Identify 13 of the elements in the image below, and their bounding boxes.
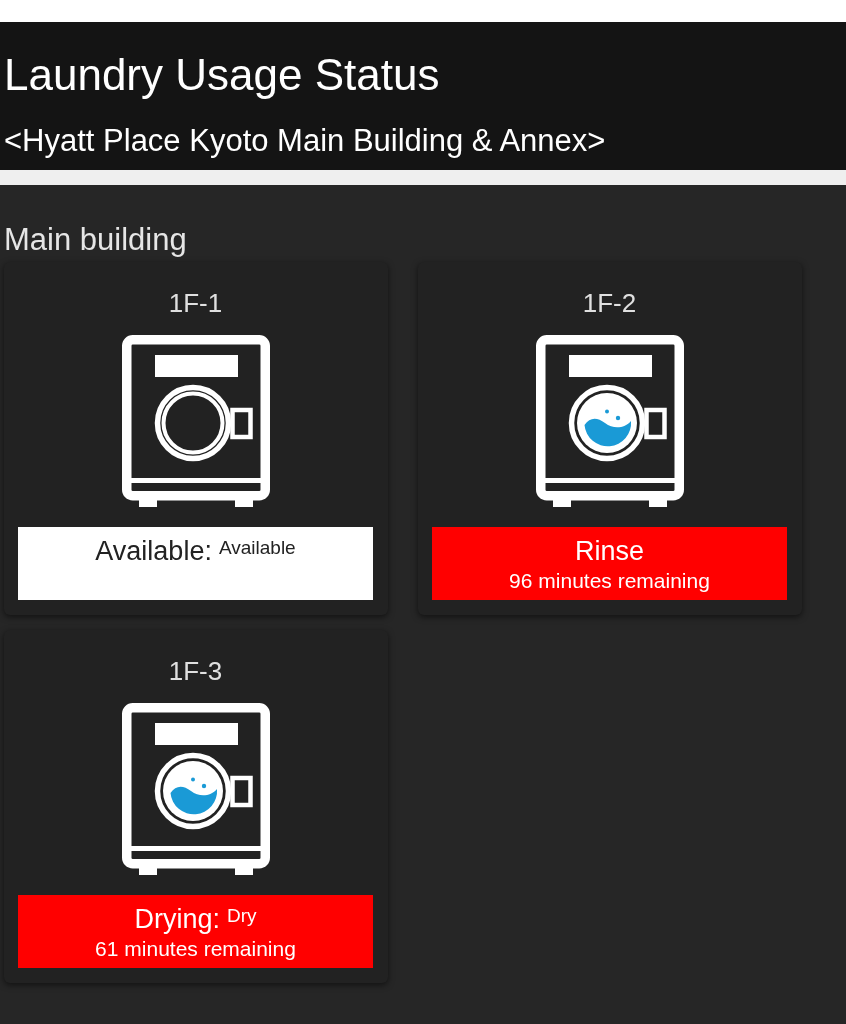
status-label: Drying: xyxy=(134,903,220,935)
remaining-time: 96 minutes remaining xyxy=(509,569,710,593)
machine-name: 1F-2 xyxy=(582,288,637,319)
page-title: Laundry Usage Status xyxy=(4,49,441,101)
machine-name: 1F-1 xyxy=(168,288,223,319)
status-label: Rinse xyxy=(575,535,644,567)
machine-name: 1F-3 xyxy=(168,656,223,687)
status-detail: Available xyxy=(218,537,296,559)
page-subtitle: <Hyatt Place Kyoto Main Building & Annex> xyxy=(4,122,607,159)
remaining-time: 61 minutes remaining xyxy=(95,937,296,961)
status-label: Available: xyxy=(95,535,212,567)
section-title: Main building xyxy=(4,221,188,258)
status-detail: Dry xyxy=(227,905,257,927)
